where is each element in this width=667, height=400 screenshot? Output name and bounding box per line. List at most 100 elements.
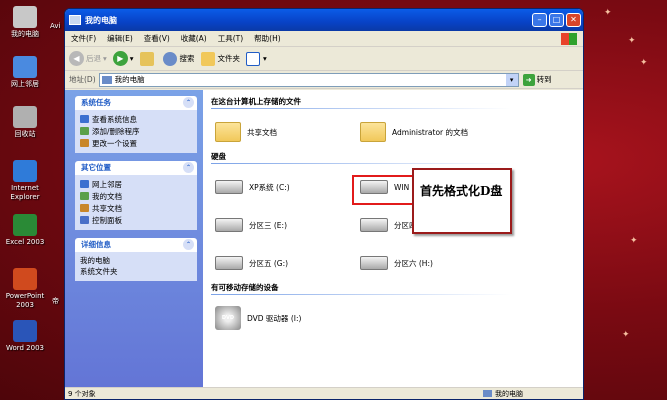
collapse-chevron-icon[interactable]: ⌃	[183, 97, 194, 108]
folder-item[interactable]: Administrator 的文档	[356, 113, 501, 151]
hard-drive-icon	[215, 218, 243, 232]
task-link-label: 查看系统信息	[92, 114, 137, 124]
folders-icon	[200, 51, 215, 66]
task-link[interactable]: 查看系统信息	[80, 113, 192, 125]
item-label: Administrator 的文档	[392, 127, 469, 137]
task-panel-header[interactable]: 其它位置 ⌃	[75, 161, 197, 175]
collapse-chevron-icon[interactable]: ⌃	[183, 162, 194, 173]
back-button[interactable]: ◀ 后退 ▾	[69, 51, 107, 66]
hard-drive-icon	[360, 256, 388, 270]
back-arrow-icon: ◀	[69, 51, 84, 66]
desktop-app-icon	[13, 56, 37, 78]
desktop-icon-label: Excel 2003	[5, 238, 45, 246]
desktop-sparkle: ✦	[640, 58, 648, 68]
forward-button[interactable]: ▶ ▾	[112, 51, 134, 66]
task-panel: 系统任务 ⌃ 查看系统信息 添加/删除程序 更改一个设置	[75, 96, 197, 153]
task-link-label: 共享文档	[92, 203, 122, 213]
desktop-app-icon	[13, 106, 37, 128]
task-panel-header[interactable]: 详细信息 ⌃	[75, 238, 197, 252]
task-link[interactable]: 我的文档	[80, 190, 192, 202]
section-divider	[211, 108, 511, 109]
hard-drive-item[interactable]: 分区六 (H:)	[356, 244, 501, 282]
hard-drive-item[interactable]: 分区五 (G:)	[211, 244, 356, 282]
desktop-sparkle: ✦	[604, 8, 612, 18]
desktop-icon[interactable]: 网上邻居	[0, 56, 50, 89]
task-link[interactable]: 更改一个设置	[80, 137, 192, 149]
desktop-icon-label: Internet Explorer	[10, 184, 40, 201]
address-input[interactable]: 我的电脑 ▾	[98, 72, 519, 87]
task-panel: 其它位置 ⌃ 网上邻居 我的文档 共享文档 控制面板	[75, 161, 197, 230]
desktop-icon[interactable]: Word 2003	[0, 320, 50, 353]
address-dropdown-button[interactable]: ▾	[505, 73, 518, 86]
search-button[interactable]: 搜索	[162, 51, 195, 66]
hard-drive-item[interactable]: 分区三 (E:)	[211, 206, 356, 244]
item-label: 共享文档	[247, 127, 277, 137]
status-location: 我的电脑	[495, 389, 523, 398]
task-panel-title: 系统任务	[81, 98, 111, 107]
dvd-drive-item[interactable]: DVD DVD 驱动器 (I:)	[211, 299, 356, 337]
folder-item[interactable]: 共享文档	[211, 113, 356, 151]
search-label: 搜索	[179, 54, 195, 63]
task-icon	[80, 192, 89, 200]
desktop-app-icon	[13, 160, 37, 182]
back-label: 后退	[86, 54, 101, 63]
computer-icon	[101, 75, 112, 84]
menu-file[interactable]: 文件(F)	[71, 33, 96, 44]
title-bar[interactable]: 我的电脑 – □ ✕	[65, 9, 583, 31]
toolbar: ◀ 后退 ▾ ▶ ▾ 搜索 文件夹 ▾	[65, 47, 583, 71]
desktop-icon-label: 网上邻居	[11, 80, 39, 88]
section-title-stored: 在这台计算机上存储的文件	[211, 97, 301, 106]
folder-up-icon	[139, 51, 154, 66]
dropdown-icon: ▾	[103, 54, 107, 63]
computer-icon	[69, 15, 81, 25]
search-icon	[162, 51, 177, 66]
task-panel-header[interactable]: 系统任务 ⌃	[75, 96, 197, 110]
desktop-icon[interactable]: Excel 2003	[0, 214, 50, 247]
desktop-icon[interactable]: Internet Explorer	[0, 160, 50, 202]
hard-drive-item[interactable]: XP系统 (C:)	[211, 168, 356, 206]
task-link-label: 更改一个设置	[92, 138, 137, 148]
menu-view[interactable]: 查看(V)	[144, 33, 170, 44]
close-button[interactable]: ✕	[566, 13, 581, 27]
go-arrow-icon: ➜	[522, 73, 535, 86]
task-icon	[80, 139, 89, 147]
item-label: XP系统 (C:)	[249, 182, 290, 192]
task-panel-title: 其它位置	[81, 163, 111, 172]
task-link[interactable]: 网上邻居	[80, 178, 192, 190]
task-icon	[80, 180, 89, 188]
desktop-icon[interactable]: 回收站	[0, 106, 50, 139]
desktop-app-icon	[13, 214, 37, 236]
desktop-icon[interactable]: 我的电脑	[0, 6, 50, 39]
menu-edit[interactable]: 编辑(E)	[107, 33, 133, 44]
folder-icon	[360, 122, 386, 142]
menu-tools[interactable]: 工具(T)	[218, 33, 243, 44]
status-object-count: 9 个对象	[68, 389, 96, 398]
task-link[interactable]: 添加/删除程序	[80, 125, 192, 137]
desktop-app-icon	[13, 320, 37, 342]
task-link[interactable]: 共享文档	[80, 202, 192, 214]
desktop-sparkle: ✦	[622, 330, 630, 340]
task-link[interactable]: 控制面板	[80, 214, 192, 226]
views-button[interactable]: ▾	[246, 51, 267, 66]
minimize-button[interactable]: –	[532, 13, 547, 27]
task-icon	[80, 115, 89, 123]
folders-button[interactable]: 文件夹	[200, 51, 240, 66]
up-button[interactable]	[139, 51, 157, 66]
menu-help[interactable]: 帮助(H)	[254, 33, 281, 44]
maximize-button[interactable]: □	[549, 13, 564, 27]
task-link-label: 添加/删除程序	[92, 126, 140, 136]
go-button[interactable]: ➜ 转到	[522, 73, 552, 86]
desktop-icon-label: Word 2003	[5, 344, 45, 352]
desktop-icon-label: PowerPoint 2003	[5, 292, 45, 309]
collapse-chevron-icon[interactable]: ⌃	[183, 239, 194, 250]
windows-logo-icon	[561, 32, 577, 45]
task-icon	[80, 127, 89, 135]
window-title: 我的电脑	[85, 15, 117, 25]
desktop-icon-label: 回收站	[14, 130, 36, 138]
address-value: 我的电脑	[114, 75, 145, 84]
menu-favorites[interactable]: 收藏(A)	[181, 33, 207, 44]
views-icon	[246, 51, 261, 66]
go-label: 转到	[536, 75, 552, 84]
desktop-icon[interactable]: PowerPoint 2003	[0, 268, 50, 310]
hard-drive-icon	[215, 256, 243, 270]
